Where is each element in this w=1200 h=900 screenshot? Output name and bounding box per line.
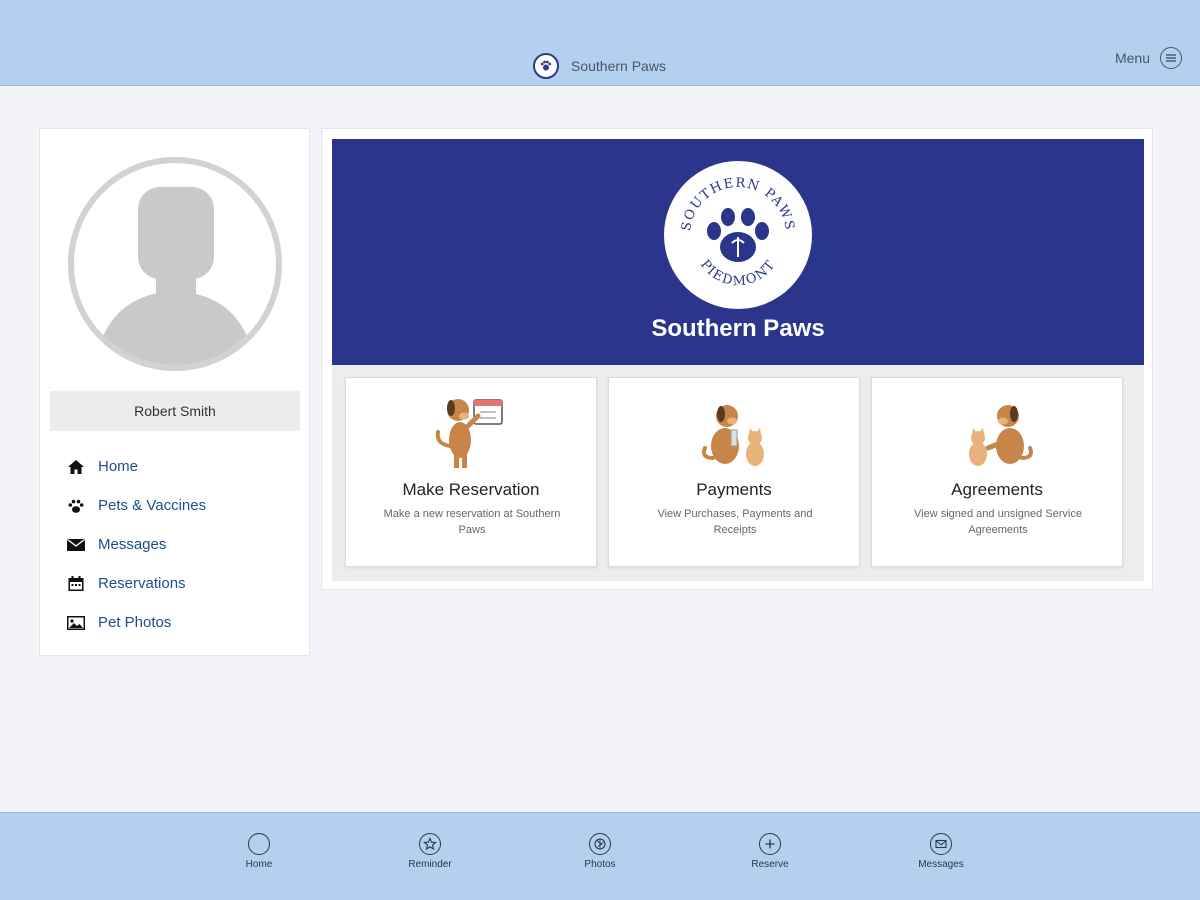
tile-desc-payments: View Purchases, Payments and Receipts bbox=[657, 508, 813, 536]
payments-tile[interactable]: Payments View Purchases, Payments and Re… bbox=[608, 377, 860, 567]
nav-item-pet-photos[interactable]: Pet Photos bbox=[66, 603, 296, 642]
nav-item-pets-vaccines[interactable]: Pets & Vaccines bbox=[66, 486, 296, 525]
nav-label-messages: Messages bbox=[98, 536, 167, 553]
nav-label-pets-vaccines: Pets & Vaccines bbox=[98, 497, 207, 514]
bottom-tab-bar: Home Reminder Photos Reserve Messages bbox=[0, 812, 1200, 900]
tile-desc-make-reservation: Make a new reservation at Southern Paws bbox=[383, 508, 561, 536]
make-reservation-tile[interactable]: Make Reservation Make a new reservation … bbox=[345, 377, 597, 567]
tab-label-reminder: Reminder bbox=[408, 859, 452, 870]
nav-label-home: Home bbox=[98, 458, 139, 475]
image-icon bbox=[66, 613, 86, 633]
tile-desc-agreements: View signed and unsigned Service Agreeme… bbox=[914, 508, 1082, 536]
brand[interactable]: Southern Paws bbox=[533, 52, 666, 80]
tab-photos[interactable]: Photos bbox=[560, 833, 640, 870]
nav-label-reservations: Reservations bbox=[98, 575, 186, 592]
nav-item-messages[interactable]: Messages bbox=[66, 525, 296, 564]
circle-icon bbox=[248, 833, 270, 855]
tab-messages[interactable]: Messages bbox=[901, 833, 981, 870]
top-app-bar: Southern Paws Menu bbox=[0, 0, 1200, 86]
nav-item-reservations[interactable]: Reservations bbox=[66, 564, 296, 603]
tile-title-agreements: Agreements bbox=[951, 480, 1043, 499]
tab-home[interactable]: Home bbox=[219, 833, 299, 870]
tile-title-payments: Payments bbox=[696, 480, 772, 499]
hamburger-icon bbox=[1160, 47, 1182, 69]
tab-label-messages: Messages bbox=[918, 859, 964, 870]
menu-button[interactable]: Menu bbox=[1115, 47, 1182, 69]
tab-reminder[interactable]: Reminder bbox=[390, 833, 470, 870]
side-nav: Home Pets & Vaccines Messages Reservatio… bbox=[66, 447, 296, 642]
nav-item-home[interactable]: Home bbox=[66, 447, 296, 486]
agreements-tile[interactable]: Agreements View signed and unsigned Serv… bbox=[871, 377, 1123, 567]
user-name: Robert Smith bbox=[50, 391, 300, 431]
brand-logo-icon bbox=[533, 53, 559, 79]
plus-icon bbox=[759, 833, 781, 855]
nav-label-pet-photos: Pet Photos bbox=[98, 614, 172, 631]
menu-label: Menu bbox=[1114, 50, 1150, 66]
southern-paws-logo-icon: SOUTHERN PAWS PIEDMONT bbox=[664, 161, 812, 309]
tile-title-make-reservation: Make Reservation bbox=[402, 480, 540, 499]
action-tiles: Make Reservation Make a new reservation … bbox=[332, 365, 1144, 581]
dashboard-card: SOUTHERN PAWS PIEDMONT Southern Paws Mak… bbox=[321, 128, 1153, 590]
paw-icon bbox=[66, 496, 86, 516]
hero-title: Southern Paws bbox=[651, 315, 825, 342]
dog-calendar-illustration-icon bbox=[435, 399, 503, 468]
camera-aperture-icon bbox=[589, 833, 611, 855]
calendar-icon bbox=[66, 574, 86, 594]
envelope-icon bbox=[66, 535, 86, 555]
hero-banner: SOUTHERN PAWS PIEDMONT Southern Paws bbox=[332, 139, 1144, 365]
user-silhouette-icon bbox=[94, 187, 256, 365]
brand-name: Southern Paws bbox=[571, 58, 666, 74]
star-icon bbox=[419, 833, 441, 855]
tab-label-photos: Photos bbox=[584, 859, 616, 870]
avatar[interactable] bbox=[68, 157, 282, 371]
home-icon bbox=[66, 457, 86, 477]
tab-label-reserve: Reserve bbox=[751, 859, 789, 870]
mail-icon bbox=[930, 833, 952, 855]
tab-label-home: Home bbox=[245, 859, 273, 870]
dog-cat-agreement-illustration-icon bbox=[969, 405, 1033, 466]
profile-card: Robert Smith Home Pets & Vaccines Messag… bbox=[39, 128, 310, 656]
dog-cat-payment-illustration-icon bbox=[702, 405, 764, 466]
tab-reserve[interactable]: Reserve bbox=[730, 833, 810, 870]
